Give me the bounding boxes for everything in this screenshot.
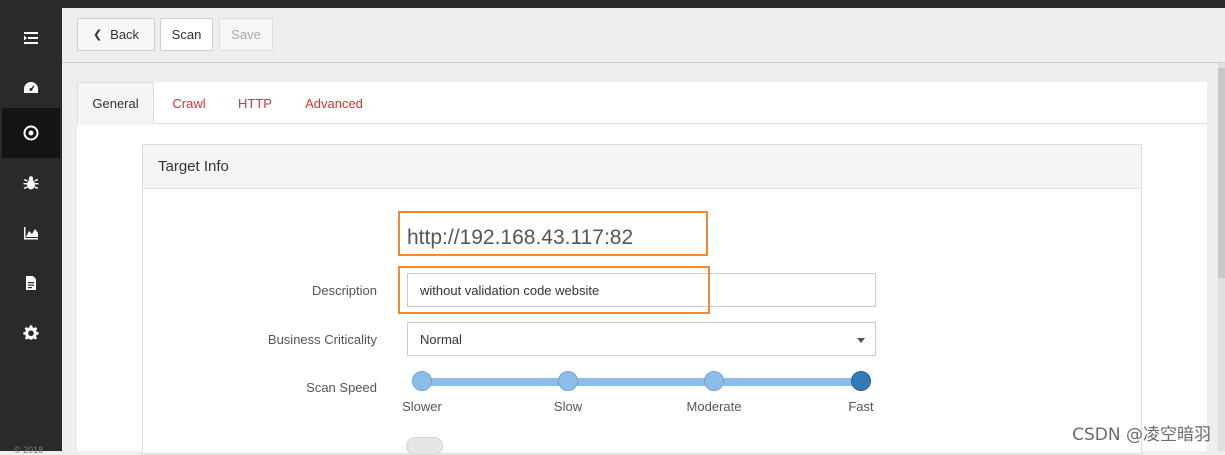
scan-speed-label-fast: Fast xyxy=(848,399,874,414)
tab-http[interactable]: HTTP xyxy=(229,82,281,124)
highlight-box-address xyxy=(398,211,708,256)
sidebar: © 2018 xyxy=(0,8,62,455)
scan-speed-label-slower: Slower xyxy=(402,399,442,414)
scan-speed-stop-slow[interactable] xyxy=(558,371,578,391)
sidebar-item-menu[interactable] xyxy=(0,13,62,63)
scan-speed-stop-slower[interactable] xyxy=(412,371,432,391)
scan-button-label: Scan xyxy=(171,27,202,42)
toggle-switch[interactable] xyxy=(406,437,443,455)
description-label: Description xyxy=(311,283,377,298)
dashboard-icon xyxy=(24,82,38,93)
chevron-left-icon: ❮ xyxy=(92,29,103,41)
scrollbar-thumb[interactable] xyxy=(1218,68,1225,278)
target-icon xyxy=(23,125,39,141)
sidebar-item-targets[interactable] xyxy=(2,108,60,158)
criticality-select[interactable]: Normal xyxy=(407,322,876,356)
sidebar-footer: © 2018 xyxy=(14,445,44,455)
tab-bar: General Crawl HTTP Advanced xyxy=(77,82,1207,125)
scan-speed-slider-track[interactable] xyxy=(423,378,861,386)
back-button-label: Back xyxy=(110,27,140,42)
highlight-box-description xyxy=(398,266,710,314)
scan-speed-label: Scan Speed xyxy=(306,380,377,395)
tab-advanced[interactable]: Advanced xyxy=(295,82,373,124)
target-settings-panel: General Crawl HTTP Advanced Target Info … xyxy=(77,82,1207,455)
top-bar xyxy=(0,0,1225,8)
save-button-label: Save xyxy=(231,27,261,42)
tab-general[interactable]: General xyxy=(77,82,154,125)
tab-crawl[interactable]: Crawl xyxy=(162,82,216,124)
back-button[interactable]: ❮ Back xyxy=(77,18,155,51)
scan-button[interactable]: Scan xyxy=(160,18,213,51)
caret-down-icon xyxy=(857,338,865,343)
report-icon xyxy=(26,276,36,290)
criticality-value: Normal xyxy=(420,331,462,347)
sidebar-item-trends[interactable] xyxy=(0,208,62,258)
page-scrollbar[interactable] xyxy=(1218,63,1225,451)
sidebar-item-reports[interactable] xyxy=(0,258,62,308)
menu-icon xyxy=(24,32,38,44)
criticality-label: Business Criticality xyxy=(267,332,377,347)
sidebar-item-dashboard[interactable] xyxy=(0,63,62,113)
target-info-card: Target Info http://192.168.43.117:82 Des… xyxy=(142,144,1142,455)
bug-icon xyxy=(23,176,39,190)
scan-speed-handle[interactable] xyxy=(851,371,871,391)
gear-icon xyxy=(23,325,39,340)
chart-icon xyxy=(24,227,38,240)
sidebar-item-vulnerabilities[interactable] xyxy=(0,158,62,208)
scan-speed-stop-moderate[interactable] xyxy=(704,371,724,391)
watermark: CSDN @凌空暗羽 xyxy=(1072,425,1211,445)
card-title: Target Info xyxy=(143,145,1141,189)
save-button[interactable]: Save xyxy=(219,18,273,51)
scan-speed-label-moderate: Moderate xyxy=(686,399,742,414)
sidebar-item-settings[interactable] xyxy=(0,308,62,358)
toolbar: ❮ Back Scan Save xyxy=(62,8,1225,63)
scan-speed-label-slow: Slow xyxy=(553,399,583,414)
